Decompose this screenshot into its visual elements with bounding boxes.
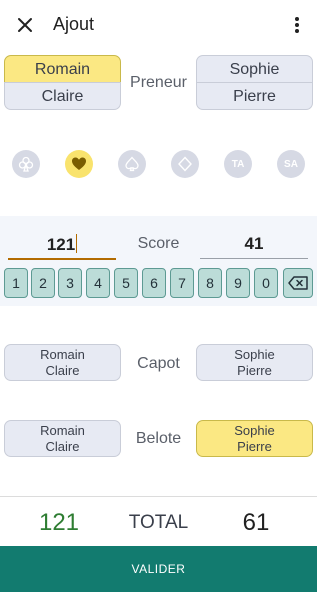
capot-team-right-button[interactable]: Sophie Pierre — [196, 344, 313, 381]
key-9[interactable]: 9 — [226, 268, 250, 298]
hearts-icon — [72, 157, 86, 170]
key-3[interactable]: 3 — [58, 268, 82, 298]
page-title: Ajout — [53, 14, 95, 34]
text-caret — [76, 234, 78, 253]
score-right-underline — [200, 258, 308, 259]
clubs-icon — [18, 156, 34, 172]
divider — [0, 496, 317, 497]
key-0[interactable]: 0 — [254, 268, 278, 298]
taker-player-sophie[interactable]: Sophie — [196, 55, 313, 83]
score-left-underline — [8, 258, 116, 260]
score-left-value: 121 — [46, 235, 76, 254]
total-left-value: 121 — [38, 509, 80, 536]
taker-player-pierre[interactable]: Pierre — [196, 82, 313, 110]
spades-icon — [125, 156, 139, 172]
backspace-button[interactable] — [283, 268, 313, 298]
belote-team-left-button[interactable]: Romain Claire — [4, 420, 121, 457]
score-label: Score — [137, 235, 180, 252]
belote-team-right-button[interactable]: Sophie Pierre — [196, 420, 313, 457]
trump-hearts-button[interactable] — [65, 150, 93, 178]
key-1[interactable]: 1 — [4, 268, 28, 298]
trump-spades-button[interactable] — [118, 150, 146, 178]
validate-button[interactable]: VALIDER — [0, 546, 317, 592]
backspace-icon — [288, 276, 308, 290]
app-bar: Ajout — [0, 0, 317, 50]
taker-player-romain[interactable]: Romain — [4, 55, 121, 83]
taker-label: Preneur — [130, 74, 187, 91]
score-left-input[interactable]: 121 — [8, 234, 116, 255]
capot-team-left-button[interactable]: Romain Claire — [4, 344, 121, 381]
total-right-value: 61 — [242, 509, 270, 536]
key-4[interactable]: 4 — [86, 268, 110, 298]
all-trump-icon: TA — [231, 158, 245, 170]
diamonds-icon — [178, 156, 192, 172]
belote-label: Belote — [135, 430, 182, 447]
total-label: TOTAL — [128, 512, 189, 533]
capot-label: Capot — [137, 355, 180, 372]
key-7[interactable]: 7 — [170, 268, 194, 298]
trump-clubs-button[interactable] — [12, 150, 40, 178]
no-trump-icon: SA — [284, 158, 298, 170]
key-6[interactable]: 6 — [142, 268, 166, 298]
trump-no-trump-button[interactable]: SA — [277, 150, 305, 178]
close-icon[interactable] — [14, 14, 36, 36]
key-8[interactable]: 8 — [198, 268, 222, 298]
trump-all-trump-button[interactable]: TA — [224, 150, 252, 178]
key-5[interactable]: 5 — [114, 268, 138, 298]
more-vert-icon[interactable] — [288, 14, 306, 36]
score-right-input[interactable]: 41 — [200, 234, 308, 254]
key-2[interactable]: 2 — [31, 268, 55, 298]
trump-diamonds-button[interactable] — [171, 150, 199, 178]
taker-player-claire[interactable]: Claire — [4, 82, 121, 110]
